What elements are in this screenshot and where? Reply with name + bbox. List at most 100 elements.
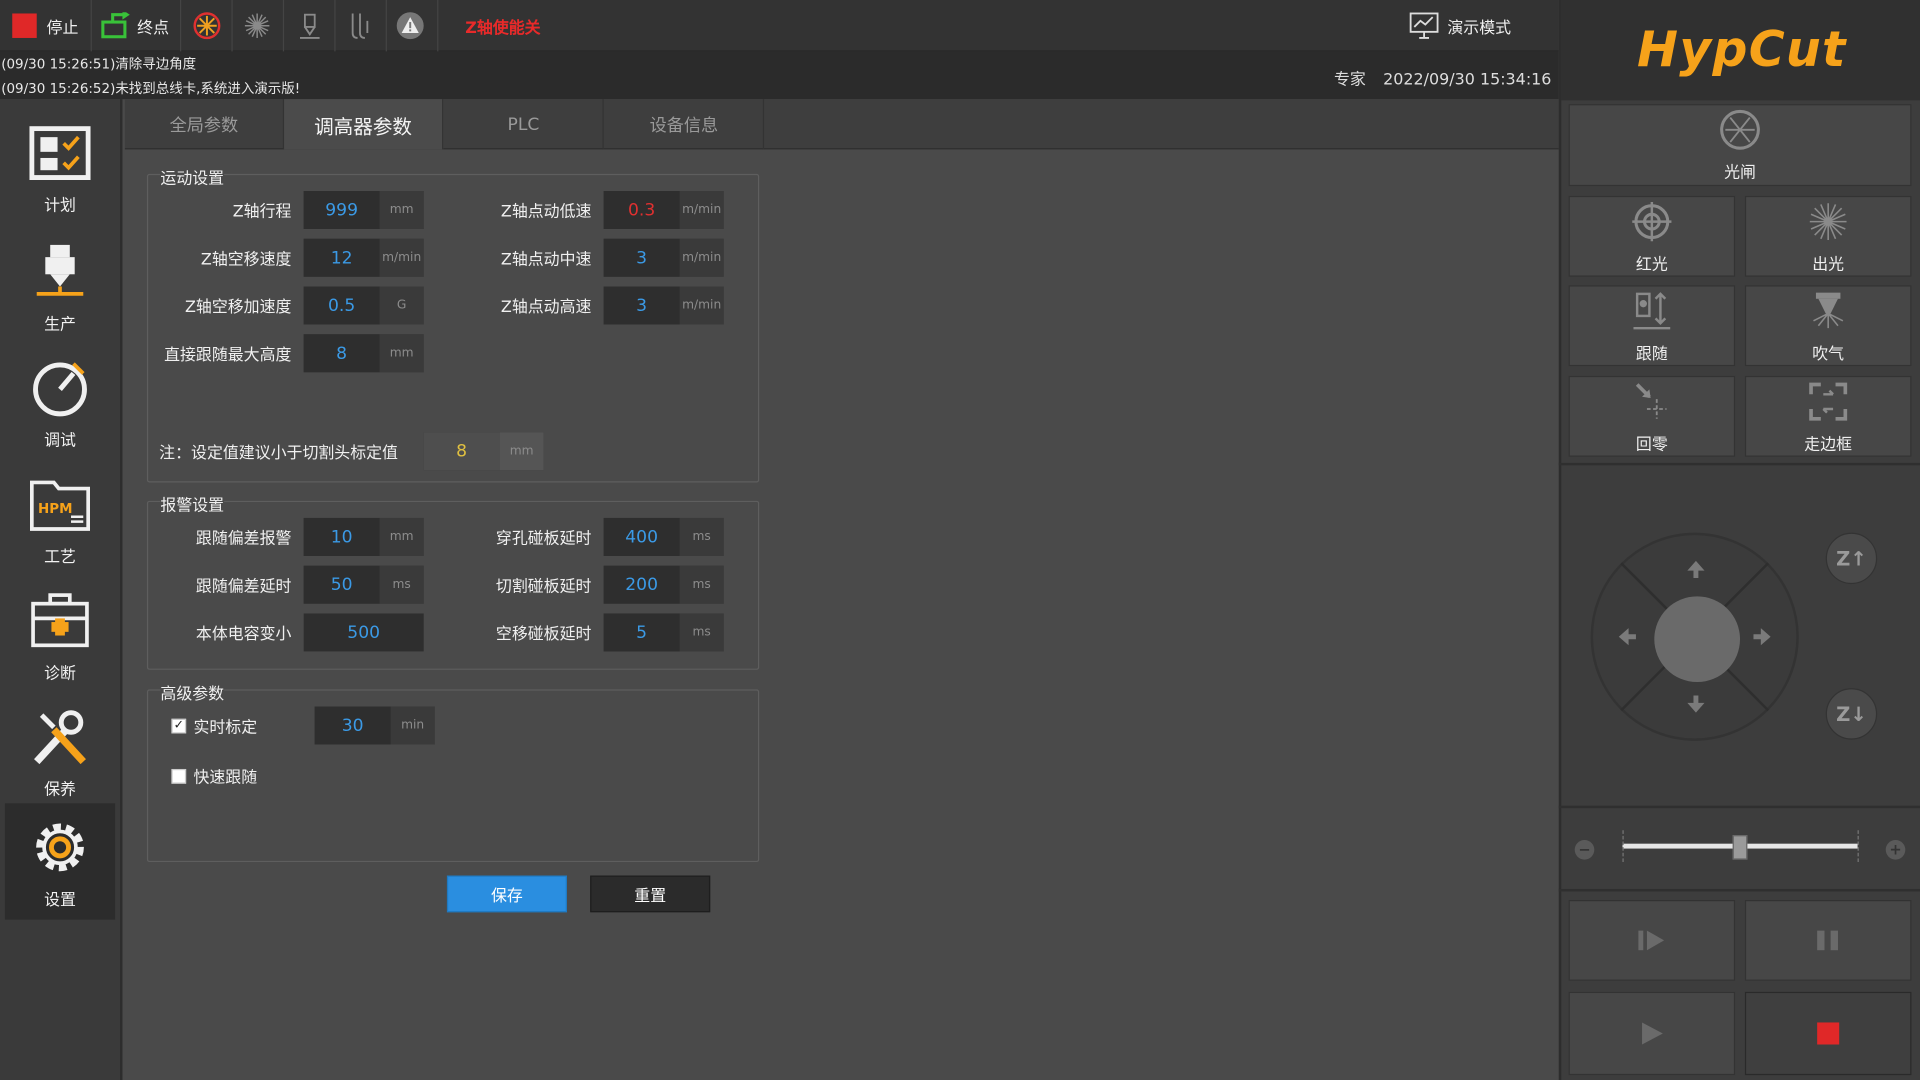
cutting-head-icon (36, 244, 84, 296)
follow-dev-alarm-value[interactable]: 10 (303, 517, 380, 556)
z-jog-high-value[interactable]: 3 (603, 286, 680, 325)
cut-touch-delay-field[interactable]: 200 ms (603, 565, 724, 604)
crosshair-icon (1632, 201, 1672, 241)
stop-machine-button[interactable] (1744, 991, 1912, 1076)
stop-button[interactable]: 停止 (12, 0, 78, 51)
gas-toggle-button[interactable] (344, 0, 376, 51)
alarm-toggle-button[interactable] (394, 0, 426, 51)
endpoint-button[interactable]: 终点 (100, 0, 169, 51)
shutter-icon (1720, 109, 1760, 150)
speed-increase-icon[interactable]: + (1885, 840, 1906, 860)
arrow-down-icon[interactable] (1686, 694, 1706, 714)
realtime-calib-checkbox[interactable] (171, 718, 187, 733)
shutter-button[interactable]: 光闸 (1568, 104, 1912, 187)
z-jog-high-field[interactable]: 3 m/min (603, 286, 724, 325)
cutting-head-icon (294, 10, 326, 42)
z-jog-mid-value[interactable]: 3 (603, 238, 680, 277)
tab-plc[interactable]: PLC (444, 99, 604, 150)
laser-toggle-button[interactable] (191, 0, 223, 51)
follow-dev-alarm-field[interactable]: 10 mm (303, 517, 424, 556)
z-travel-row: Z轴行程 999 mm (144, 191, 424, 229)
z-jog-low-label: Z轴点动低速 (500, 203, 592, 222)
speed-decrease-icon[interactable]: − (1574, 840, 1595, 860)
nav-item-process[interactable]: HPM 工艺 (5, 460, 115, 576)
z-up-button[interactable]: Z↑ (1825, 532, 1878, 585)
move-touch-delay-value[interactable]: 5 (603, 613, 680, 652)
z-jog-mid-field[interactable]: 3 m/min (603, 238, 724, 277)
emit-light-label: 出光 (1812, 255, 1845, 274)
nav-item-plan[interactable]: 计划 (5, 111, 115, 227)
z-move-accel-value[interactable]: 0.5 (303, 286, 380, 325)
z-jog-mid-label: Z轴点动中速 (500, 251, 592, 270)
z-down-button[interactable]: Z↓ (1825, 688, 1878, 740)
alarm-settings-title: 报警设置 (160, 492, 225, 516)
body-cap-decrease-value[interactable]: 500 (303, 613, 424, 652)
alarm-settings-group: 报警设置 跟随偏差报警 10 mm 跟随偏差延时 50 ms 本体电容变小 50… (146, 492, 760, 670)
pause-icon (1817, 930, 1838, 951)
speed-slider-thumb[interactable] (1732, 835, 1748, 860)
cut-touch-delay-value[interactable]: 200 (603, 565, 680, 604)
z-jog-high-label: Z轴点动高速 (500, 298, 592, 318)
nav-item-diagnose[interactable]: 诊断 (5, 577, 115, 693)
emit-toggle-button[interactable] (241, 0, 273, 51)
step-play-icon (1638, 930, 1665, 951)
tab-global-params[interactable]: 全局参数 (125, 99, 285, 150)
head-toggle-button[interactable] (294, 0, 326, 51)
jog-center-button[interactable] (1654, 596, 1741, 683)
fast-follow-row: 快速跟随 (171, 757, 257, 795)
pierce-touch-delay-value[interactable]: 400 (603, 517, 680, 556)
calibration-note-label: 注：设定值建议小于切割头标定值 (159, 444, 398, 463)
demo-mode-indicator[interactable]: 演示模式 (1408, 0, 1511, 51)
follow-button[interactable]: 跟随 (1568, 285, 1736, 367)
start-button[interactable] (1568, 991, 1736, 1076)
z-move-speed-value[interactable]: 12 (303, 238, 380, 277)
frame-button[interactable]: 走边框 (1744, 375, 1912, 457)
nav-item-settings[interactable]: 设置 (4, 803, 116, 920)
max-follow-height-field[interactable]: 8 mm (303, 334, 424, 373)
tab-height-controller-params[interactable]: 调高器参数 (284, 99, 444, 150)
z-travel-value[interactable]: 999 (303, 191, 380, 229)
nav-item-production[interactable]: 生产 (5, 228, 115, 344)
red-light-button[interactable]: 红光 (1568, 195, 1736, 277)
z-travel-field[interactable]: 999 mm (303, 191, 424, 229)
max-follow-height-value[interactable]: 8 (303, 334, 380, 373)
arrow-up-icon[interactable] (1686, 560, 1706, 580)
z-move-accel-field[interactable]: 0.5 G (303, 286, 424, 325)
nav-label-process: 工艺 (44, 548, 76, 567)
fast-follow-checkbox[interactable] (171, 768, 187, 784)
jog-pad[interactable] (1590, 532, 1799, 741)
nav-item-debug[interactable]: 调试 (5, 344, 115, 460)
realtime-calib-field[interactable]: 30 min (314, 706, 435, 745)
arrow-right-icon[interactable] (1752, 627, 1772, 647)
realtime-calib-value[interactable]: 30 (314, 706, 391, 745)
tab-device-info[interactable]: 设备信息 (605, 99, 765, 150)
endpoint-label: 终点 (137, 18, 170, 38)
z-jog-low-value[interactable]: 0.3 (603, 191, 680, 229)
z-jog-mid-row: Z轴点动中速 3 m/min (444, 238, 724, 277)
reset-button[interactable]: 重置 (590, 875, 711, 913)
move-touch-delay-field[interactable]: 5 ms (603, 613, 724, 652)
home-button[interactable]: 回零 (1568, 375, 1736, 457)
blow-button[interactable]: 吹气 (1744, 285, 1912, 367)
save-button[interactable]: 保存 (446, 875, 567, 913)
step-forward-button[interactable] (1568, 900, 1736, 981)
follow-dev-delay-value[interactable]: 50 (303, 565, 380, 604)
follow-dev-delay-unit: ms (379, 565, 424, 604)
z-move-speed-field[interactable]: 12 m/min (303, 238, 424, 277)
pierce-touch-delay-field[interactable]: 400 ms (603, 517, 724, 556)
move-touch-delay-unit: ms (679, 613, 724, 652)
nav-item-maintenance[interactable]: 保养 (5, 693, 115, 809)
z-jog-low-field[interactable]: 0.3 m/min (603, 191, 724, 229)
body-cap-decrease-field[interactable]: 500 (303, 613, 424, 652)
nav-label-production: 生产 (44, 315, 76, 335)
starburst-icon (1809, 202, 1847, 240)
follow-label: 跟随 (1635, 344, 1668, 364)
pierce-touch-delay-label: 穿孔碰板延时 (495, 530, 592, 549)
pause-button[interactable] (1744, 900, 1912, 981)
emit-light-button[interactable]: 出光 (1744, 195, 1912, 277)
arrow-left-icon[interactable] (1618, 627, 1638, 647)
stop-square-icon (1817, 1022, 1840, 1045)
laser-burst-icon (191, 10, 223, 42)
follow-dev-delay-field[interactable]: 50 ms (303, 565, 424, 604)
starburst-icon (241, 10, 273, 42)
